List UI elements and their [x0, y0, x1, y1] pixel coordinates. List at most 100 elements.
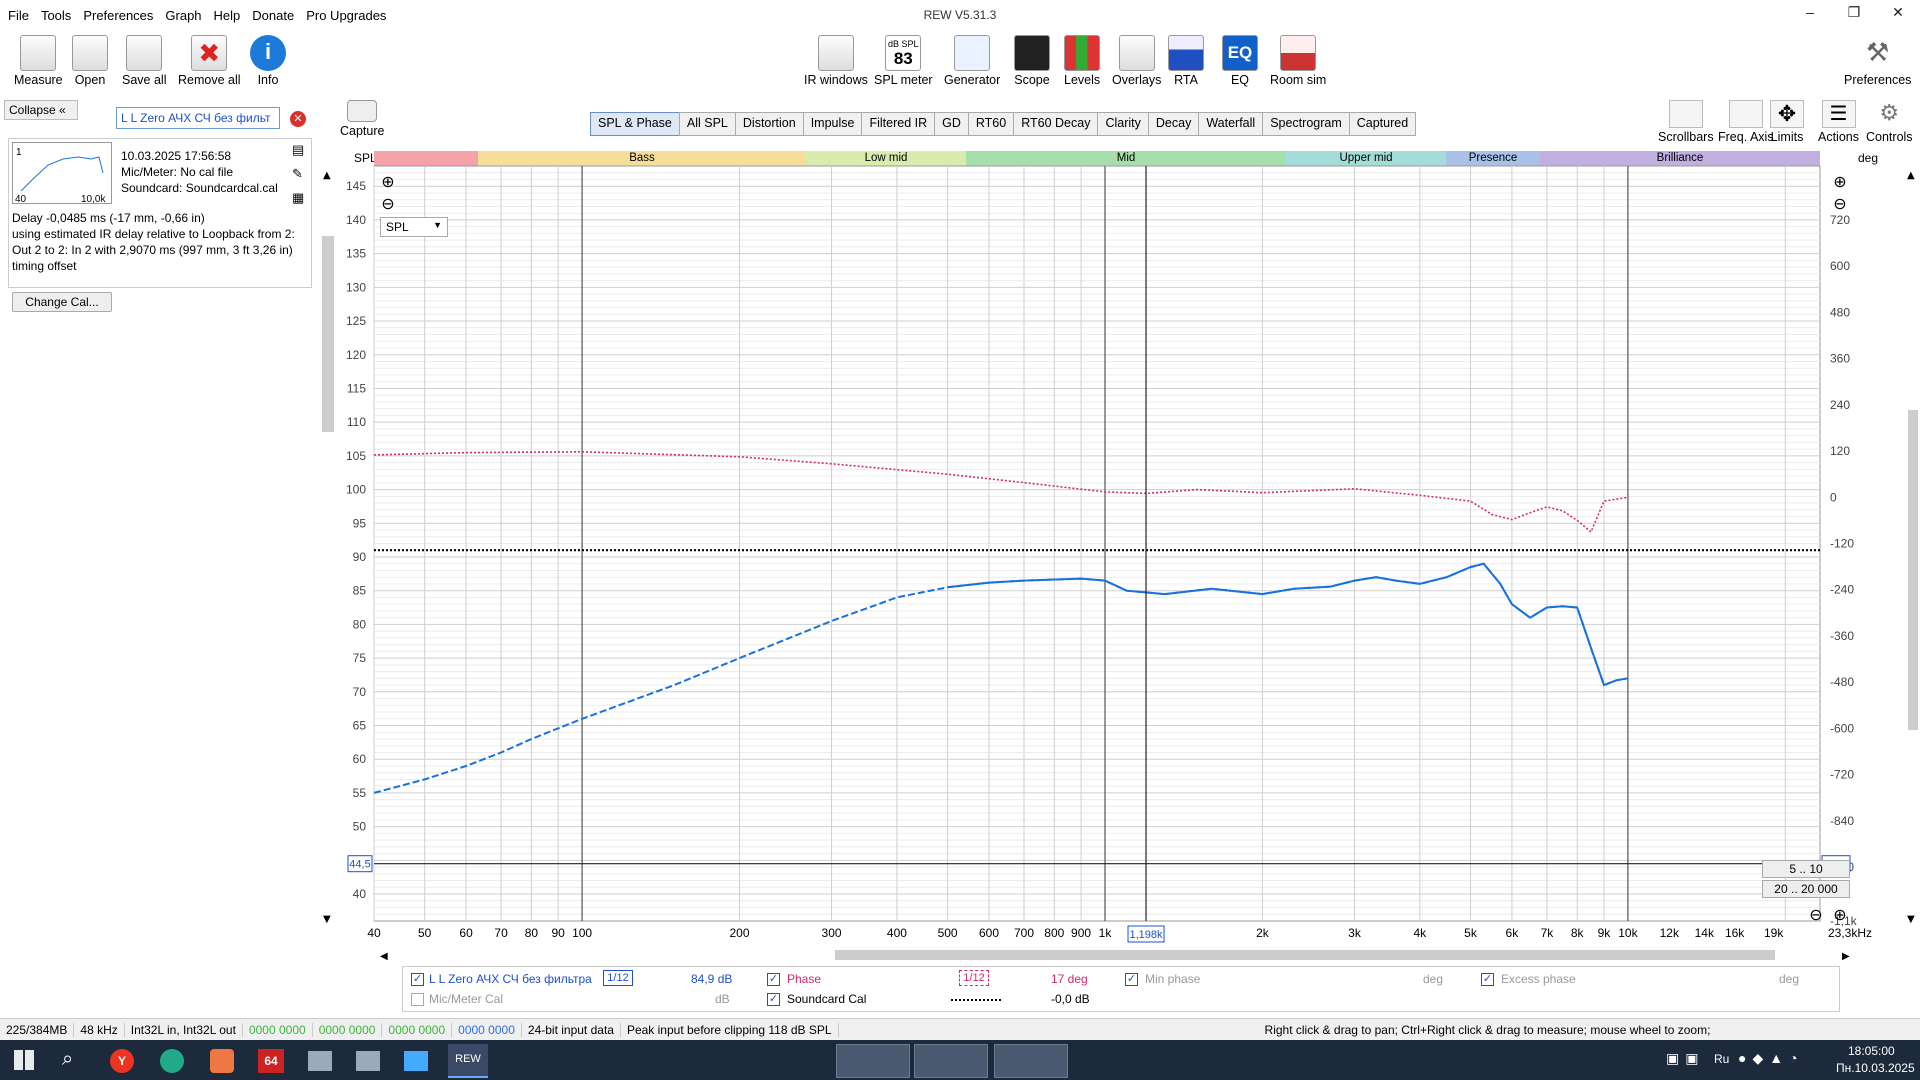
status-format: Int32L in, Int32L out	[125, 1022, 243, 1037]
status-meter4: 0000 0000	[452, 1022, 522, 1037]
x-tick-label: 7k	[1541, 926, 1555, 940]
trace-select[interactable]: SPL ▼	[380, 217, 448, 237]
status-meter2: 0000 0000	[313, 1022, 383, 1037]
range-5-10-button[interactable]: 5 .. 10	[1762, 860, 1850, 878]
y-tick-label: 75	[353, 651, 367, 665]
excess-phase-checkbox[interactable]: ✓	[1481, 973, 1494, 986]
x-tick-label: 70	[494, 926, 508, 940]
horizontal-scrollbar-thumb[interactable]	[835, 950, 1775, 960]
y-tick-label: 85	[353, 584, 367, 598]
y-tick-label: 80	[353, 617, 367, 631]
x-tick-label: 700	[1014, 926, 1034, 940]
app-icon-3[interactable]	[210, 1049, 234, 1073]
phase-checkbox[interactable]: ✓	[767, 973, 780, 986]
app-icon-7[interactable]	[404, 1051, 428, 1071]
windows-start-icon[interactable]	[14, 1050, 34, 1070]
zoom-out-right-icon[interactable]: ⊖	[1833, 194, 1846, 213]
zoom-out-bottom-icon[interactable]: ⊖	[1809, 905, 1822, 924]
series-checkbox[interactable]: ✓	[411, 973, 424, 986]
app-icon-2[interactable]	[160, 1049, 184, 1073]
app-icon-5[interactable]	[308, 1051, 332, 1071]
app-icon-6[interactable]	[356, 1051, 380, 1071]
y2-tick-label: 720	[1830, 213, 1850, 227]
legend-phase-smoothing[interactable]: 1/12	[959, 970, 989, 986]
x-tick-label: 1k	[1099, 926, 1113, 940]
legend-mic-cal-label: Mic/Meter Cal	[429, 992, 504, 1006]
x-tick-label: 8k	[1571, 926, 1585, 940]
x-tick-label: 80	[525, 926, 539, 940]
y2-tick-label: 480	[1830, 305, 1850, 319]
thumb-window-1[interactable]	[836, 1044, 910, 1078]
x-tick-label: 300	[822, 926, 842, 940]
legend-min-phase-unit: deg	[1423, 972, 1444, 986]
status-meter1: 0000 0000	[243, 1022, 313, 1037]
yandex-browser-icon[interactable]: Y	[110, 1049, 134, 1073]
status-rate: 48 kHz	[74, 1022, 125, 1037]
y-tick-label: 125	[346, 314, 366, 328]
y2-tick-label: 120	[1830, 444, 1850, 458]
spl-phase-graph[interactable]: 40 50 60 70 80 90 100 200 300 400 500 600 700 800 900 1…	[0, 0, 1920, 1080]
soundcard-cal-checkbox[interactable]: ✓	[767, 993, 780, 1006]
legend-series-smoothing[interactable]: 1/12	[603, 970, 633, 986]
x-tick-label: 100	[572, 926, 592, 940]
y2-tick-label: -240	[1830, 583, 1854, 597]
left-scroll-up-icon[interactable]: ▲	[323, 170, 331, 181]
y-tick-label: 120	[346, 348, 366, 362]
x-tick-label: 900	[1071, 926, 1091, 940]
legend-soundcard-label: Soundcard Cal	[787, 992, 867, 1006]
y2-tick-label: 240	[1830, 398, 1850, 412]
x-tick-label: 10k	[1618, 926, 1638, 940]
min-phase-checkbox[interactable]: ✓	[1125, 973, 1138, 986]
trace-select-value: SPL	[386, 220, 409, 234]
chevron-down-icon: ▼	[433, 220, 442, 230]
y-tick-label: 50	[353, 820, 367, 834]
x-tick-label: 5k	[1464, 926, 1478, 940]
lang-indicator[interactable]: Ru	[1714, 1052, 1729, 1066]
thumb-window-2[interactable]	[914, 1044, 988, 1078]
range-20-20000-button[interactable]: 20 .. 20 000	[1762, 880, 1850, 898]
y-tick-label: 140	[346, 213, 366, 227]
status-hint: Right click & drag to pan; Ctrl+Right cl…	[1264, 1022, 1711, 1037]
y2-tick-label: 0	[1830, 490, 1837, 504]
status-bits: 24-bit input data	[522, 1022, 621, 1037]
x-tick-label: 4k	[1413, 926, 1427, 940]
scroll-left-icon[interactable]: ◀	[380, 951, 388, 962]
rew-taskbar-icon[interactable]: REW	[448, 1044, 488, 1078]
search-icon[interactable]: ⌕	[62, 1048, 73, 1071]
tray-icons-2: ●◆▲◔	[1738, 1050, 1804, 1066]
mic-cal-checkbox[interactable]	[411, 993, 424, 1006]
x-tick-label: 16k	[1725, 926, 1745, 940]
legend-soundcard-value: -0,0 dB	[1051, 992, 1090, 1006]
status-peak: Peak input before clipping 118 dB SPL	[621, 1022, 839, 1037]
legend-phase-value: 17 deg	[1051, 972, 1088, 986]
scroll-down-icon[interactable]: ▼	[1907, 914, 1915, 925]
status-bar: 225/384MB 48 kHz Int32L in, Int32L out 0000…	[0, 1018, 1920, 1040]
cursor-spl-label: 44,5	[349, 859, 370, 871]
vertical-scrollbar-thumb[interactable]	[1908, 410, 1918, 730]
zoom-in-right-icon[interactable]: ⊕	[1833, 172, 1846, 191]
y-tick-label: 105	[346, 449, 366, 463]
aida64-icon[interactable]: 64	[258, 1049, 284, 1073]
y-tick-label: 115	[347, 381, 366, 395]
x-tick-label: 19k	[1764, 926, 1784, 940]
y-tick-label: 130	[346, 280, 366, 294]
zoom-in-left-icon[interactable]: ⊕	[381, 172, 394, 191]
clock-time: 18:05:00	[1848, 1044, 1895, 1058]
y-tick-label: 145	[346, 179, 366, 193]
y2-tick-label: -120	[1830, 537, 1854, 551]
zoom-out-left-icon[interactable]: ⊖	[381, 194, 394, 213]
thumb-window-3[interactable]	[994, 1044, 1068, 1078]
status-memory: 225/384MB	[0, 1022, 75, 1037]
y2-tick-label: -480	[1830, 675, 1854, 689]
cursor-freq-label: 1,198k	[1130, 929, 1164, 941]
scroll-right-icon[interactable]: ▶	[1842, 951, 1850, 962]
legend-min-phase-label: Min phase	[1145, 972, 1201, 986]
y-tick-label: 90	[353, 550, 367, 564]
legend-series-value: 84,9 dB	[691, 972, 733, 986]
scroll-up-icon[interactable]: ▲	[1907, 170, 1915, 181]
left-scroll-down-icon[interactable]: ▼	[323, 914, 331, 925]
x-tick-label: 14k	[1695, 926, 1715, 940]
zoom-in-bottom-icon[interactable]: ⊕	[1833, 905, 1846, 924]
legend-series-name: L L Zero АЧХ СЧ без фильтра	[429, 972, 592, 986]
y-tick-label: 110	[347, 415, 366, 429]
